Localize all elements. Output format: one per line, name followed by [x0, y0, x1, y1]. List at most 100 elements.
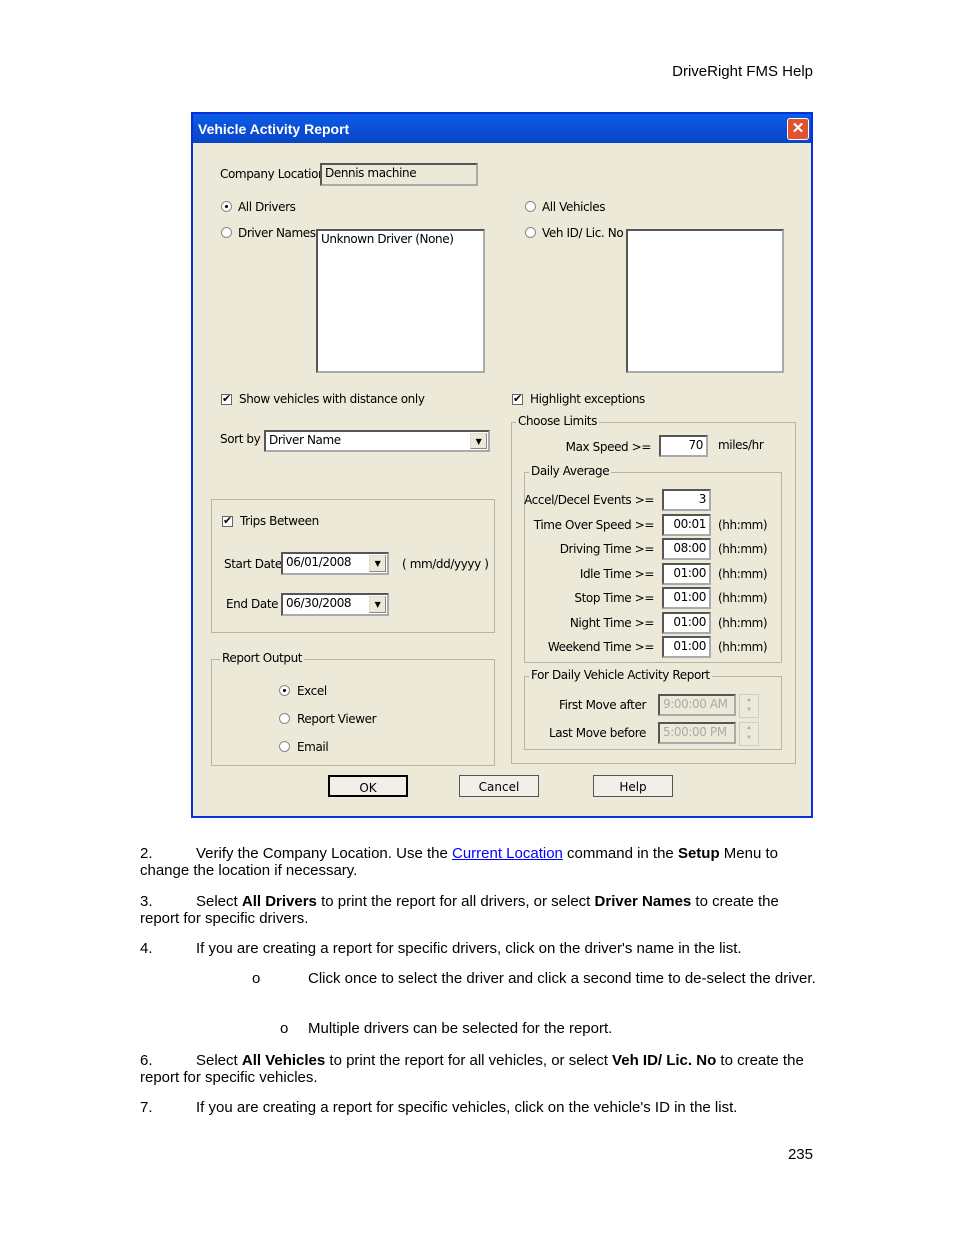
bullet-text: Click once to select the driver and clic… — [308, 970, 816, 987]
limit-unit: (hh:mm) — [718, 517, 768, 532]
limit-input[interactable]: 01:00 — [662, 636, 711, 658]
veh-id-radio[interactable] — [525, 227, 536, 238]
trips-between-label: Trips Between — [240, 514, 319, 528]
limit-input[interactable]: 00:01 — [662, 513, 711, 536]
driver-list-item[interactable]: Unknown Driver (None) — [321, 232, 480, 246]
company-location-label: Company Location — [220, 167, 326, 181]
help-button[interactable]: Help — [593, 775, 673, 797]
highlight-label: Highlight exceptions — [530, 392, 645, 406]
step-7: 7. If you are creating a report for speci… — [140, 1099, 810, 1116]
step-bold: Setup — [677, 845, 720, 862]
step-number: 2. — [140, 845, 153, 862]
ok-button[interactable]: OK — [328, 775, 408, 797]
sort-by-value: Driver Name — [269, 433, 341, 447]
step-text: Select — [196, 1052, 242, 1069]
driver-names-radio[interactable] — [221, 227, 232, 238]
bullet-icon: o — [280, 1020, 289, 1037]
sort-by-label: Sort by — [220, 432, 261, 446]
limit-label: Night Time >= — [569, 615, 655, 630]
limit-input[interactable]: 08:00 — [662, 538, 711, 560]
trips-between-checkbox[interactable]: ✔ — [222, 516, 233, 527]
limit-label: Accel/Decel Events >= — [524, 493, 654, 507]
last-move-label: Last Move before — [548, 726, 646, 740]
step-number: 6. — [140, 1052, 153, 1069]
all-drivers-radio[interactable] — [221, 201, 232, 212]
all-vehicles-label: All Vehicles — [542, 200, 606, 214]
bullet-2: o Multiple drivers can be selected for th… — [280, 1020, 800, 1037]
close-icon[interactable]: ✕ — [787, 118, 809, 140]
excel-label: Excel — [297, 684, 327, 698]
step-2: 2. Verify the Company Location. Use the C… — [140, 845, 810, 879]
chevron-down-icon[interactable]: ▼ — [369, 596, 386, 613]
current-location-link[interactable]: Current Location — [452, 845, 563, 862]
start-date-label: Start Date — [224, 557, 282, 571]
end-date-label: End Date — [226, 597, 279, 611]
bullet-1: o Click once to select the driver and cli… — [252, 970, 828, 987]
excel-radio[interactable] — [279, 685, 290, 696]
driver-list[interactable]: Unknown Driver (None) — [316, 229, 485, 373]
dialog-title: Vehicle Activity Report — [198, 121, 350, 137]
show-distance-label: Show vehicles with distance only — [239, 392, 425, 406]
limit-unit: (hh:mm) — [718, 640, 768, 654]
end-date-value: 06/30/2008 — [286, 596, 352, 610]
limit-label: Time Over Speed >= — [533, 517, 655, 532]
daily-average-group: Daily Average Accel/Decel Events >= 3 Ti… — [524, 464, 782, 663]
last-move-spinner[interactable]: ▲ ▼ — [739, 722, 759, 746]
page-number: 235 — [787, 1146, 813, 1163]
all-vehicles-radio[interactable] — [525, 201, 536, 212]
vehicle-activity-report-dialog: Vehicle Activity Report ✕ Company Locati… — [191, 112, 813, 818]
veh-id-label: Veh ID/ Lic. No — [542, 226, 624, 240]
step-text: Select — [196, 893, 242, 910]
step-text: If you are creating a report for specifi… — [196, 940, 742, 957]
max-speed-unit: miles/hr — [718, 438, 764, 452]
step-6: 6. Select All Vehicles to print the repor… — [140, 1052, 810, 1086]
report-output-group: Report Output Excel Report Viewer Email — [211, 651, 495, 766]
show-distance-checkbox[interactable]: ✔ — [221, 394, 232, 405]
limit-input[interactable]: 01:00 — [662, 562, 711, 585]
first-move-input[interactable]: 9:00:00 AM — [658, 694, 736, 716]
report-viewer-radio[interactable] — [279, 713, 290, 724]
step-text: If you are creating a report for specifi… — [196, 1099, 738, 1116]
max-speed-label: Max Speed >= — [565, 440, 652, 454]
end-date-picker[interactable]: 06/30/2008 ▼ — [281, 593, 389, 616]
report-viewer-label: Report Viewer — [297, 712, 377, 726]
limit-input[interactable]: 3 — [662, 489, 711, 511]
limit-label: Idle Time >= — [579, 566, 655, 581]
limit-label: Weekend Time >= — [547, 640, 655, 654]
driver-names-label: Driver Names — [238, 226, 316, 240]
limit-unit: (hh:mm) — [718, 542, 768, 556]
date-format-hint: ( mm/dd/yyyy ) — [402, 557, 489, 571]
step-number: 3. — [140, 893, 153, 910]
limit-input[interactable]: 01:00 — [662, 587, 711, 609]
step-bold: All Drivers — [241, 893, 317, 910]
step-text: to print the report for all vehicles, or… — [325, 1052, 613, 1069]
chevron-down-icon[interactable]: ▼ — [470, 433, 487, 449]
limit-unit: (hh:mm) — [718, 615, 768, 630]
report-output-legend: Report Output — [220, 651, 305, 665]
step-3: 3. Select All Drivers to print the report… — [140, 893, 810, 927]
limit-label: Stop Time >= — [574, 591, 654, 605]
step-4: 4. If you are creating a report for speci… — [140, 940, 810, 957]
last-move-input[interactable]: 5:00:00 PM — [658, 722, 736, 744]
all-drivers-label: All Drivers — [238, 200, 296, 214]
dialog-title-bar: Vehicle Activity Report ✕ — [193, 114, 811, 143]
running-header: DriveRight FMS Help — [672, 63, 813, 80]
chevron-down-icon[interactable]: ▼ — [369, 555, 386, 572]
company-location-field: Dennis machine — [320, 163, 478, 186]
trips-group: ✔ Trips Between Start Date 06/01/2008 ▼ (… — [211, 499, 495, 633]
bullet-text: Multiple drivers can be selected for the… — [308, 1020, 613, 1037]
first-move-label: First Move after — [558, 698, 646, 712]
limit-unit: (hh:mm) — [718, 591, 768, 605]
step-text: command in the — [562, 845, 678, 862]
daily-vehicle-group: For Daily Vehicle Activity Report First … — [524, 668, 782, 750]
vehicle-list[interactable] — [626, 229, 784, 373]
cancel-button[interactable]: Cancel — [459, 775, 539, 797]
max-speed-input[interactable]: 70 — [659, 435, 708, 457]
choose-limits-group: Choose Limits Max Speed >= 70 miles/hr D… — [511, 414, 796, 764]
limit-input[interactable]: 01:00 — [662, 611, 711, 634]
highlight-checkbox[interactable]: ✔ — [512, 394, 523, 405]
start-date-picker[interactable]: 06/01/2008 ▼ — [281, 552, 389, 575]
sort-by-select[interactable]: Driver Name ▼ — [264, 430, 490, 452]
first-move-spinner[interactable]: ▲ ▼ — [739, 694, 759, 718]
email-radio[interactable] — [279, 741, 290, 752]
